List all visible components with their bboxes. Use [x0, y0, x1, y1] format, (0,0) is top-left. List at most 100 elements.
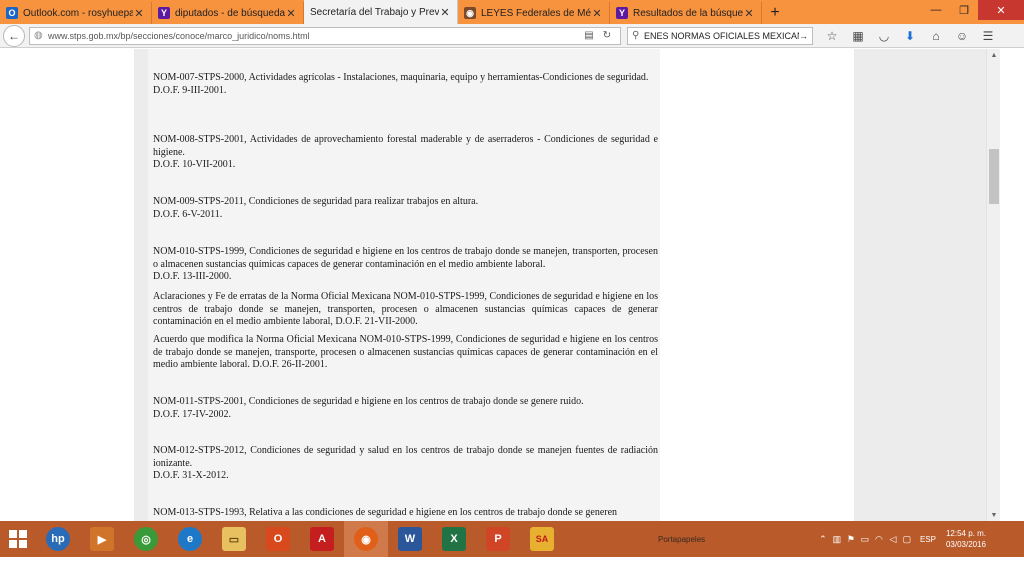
download-icon[interactable]: ⬇: [897, 26, 923, 46]
tab-resultados[interactable]: Y Resultados de la búsqued... ✕: [610, 2, 762, 24]
nom-description: NOM-008-STPS-2001, Actividades de aprove…: [153, 134, 658, 158]
close-icon[interactable]: ✕: [439, 6, 451, 19]
search-icon: ⚲: [632, 30, 640, 41]
chat-bubble-icon[interactable]: ▢: [900, 534, 914, 545]
nom-amendment: Acuerdo que modifica la Norma Oficial Me…: [153, 334, 658, 372]
nom-description: Acuerdo que modifica la Norma Oficial Me…: [153, 334, 658, 370]
page-margin-right: [854, 49, 986, 521]
minimize-button[interactable]: —: [922, 0, 950, 20]
dof-date: D.O.F. 13-III-2000.: [153, 271, 232, 282]
taskbar-app-excel[interactable]: X: [432, 521, 476, 557]
media-player-icon: ▶: [90, 527, 114, 551]
back-button[interactable]: ←: [3, 24, 25, 47]
taskbar-app-explorer[interactable]: ▭: [212, 521, 256, 557]
powerpoint-icon: P: [486, 527, 510, 551]
tab-stps[interactable]: Secretaría del Trabajo y Previsi... ✕: [304, 0, 458, 24]
tab-strip: O Outlook.com - rosyhuepa... ✕ Y diputad…: [0, 0, 1024, 24]
nom-entry: NOM-013-STPS-1993, Relativa a las condic…: [153, 507, 658, 520]
restore-button[interactable]: ❐: [950, 0, 978, 20]
dof-date: D.O.F. 31-X-2012.: [153, 470, 229, 481]
nom-amendment: Aclaraciones y Fe de erratas de la Norma…: [153, 291, 658, 329]
window-controls: — ❐ ✕: [922, 0, 1024, 20]
navigation-bar: ← ◍ www.stps.gob.mx/bp/secciones/conoce/…: [0, 24, 1024, 48]
start-button[interactable]: [0, 521, 36, 557]
sa-app-icon: SA: [530, 527, 554, 551]
nom-entry: NOM-012-STPS-2012, Condiciones de seguri…: [153, 445, 658, 483]
dof-date: D.O.F. 10-VII-2001.: [153, 159, 236, 170]
flag-icon[interactable]: ⚑: [844, 534, 858, 545]
nom-description: NOM-009-STPS-2011, Condiciones de seguri…: [153, 196, 479, 207]
nom-entry: NOM-008-STPS-2001, Actividades de aprove…: [153, 134, 658, 172]
chevron-up-icon[interactable]: ⌃: [816, 534, 830, 545]
chat-icon[interactable]: ☺: [949, 26, 975, 46]
taskbar-app-powerpoint[interactable]: P: [476, 521, 520, 557]
globe-icon: ◍: [34, 30, 43, 41]
tab-diputados[interactable]: Y diputados - de búsqueda ✕: [152, 2, 304, 24]
folder-icon: ▭: [222, 527, 246, 551]
windows-logo-icon: [9, 530, 27, 548]
reload-icon[interactable]: ↻: [598, 30, 616, 41]
windows-taskbar: hp ▶ ◎ e ▭ O A ◉ W X P SA Portapapeles ⌃…: [0, 521, 1024, 557]
scroll-up-icon[interactable]: ▲: [987, 49, 1001, 61]
nom-entry: NOM-009-STPS-2011, Condiciones de seguri…: [153, 196, 658, 221]
language-indicator[interactable]: ESP: [920, 535, 936, 544]
taskbar-app-office[interactable]: O: [256, 521, 300, 557]
taskbar-app-media[interactable]: ▶: [80, 521, 124, 557]
new-tab-button[interactable]: +: [762, 2, 788, 24]
nom-description: NOM-010-STPS-1999, Condiciones de seguri…: [153, 246, 658, 270]
arrow-right-icon[interactable]: →: [799, 31, 808, 41]
network-icon[interactable]: ▥: [830, 534, 844, 545]
taskbar-app-chrome[interactable]: ◎: [124, 521, 168, 557]
search-bar[interactable]: ⚲ ENES NORMAS OFICIALES MEXICANAS →: [627, 26, 813, 45]
taskbar-app-sa[interactable]: SA: [520, 521, 564, 557]
browser-window: O Outlook.com - rosyhuepa... ✕ Y diputad…: [0, 0, 1024, 576]
close-icon[interactable]: ✕: [133, 7, 145, 20]
site-icon: ◉: [464, 7, 476, 19]
home-icon[interactable]: ⌂: [923, 26, 949, 46]
close-window-button[interactable]: ✕: [978, 0, 1024, 20]
battery-icon[interactable]: ▭: [858, 534, 872, 545]
taskbar-app-firefox[interactable]: ◉: [344, 521, 388, 557]
tab-title: diputados - de búsqueda: [175, 7, 285, 19]
taskbar-app-hp[interactable]: hp: [36, 521, 80, 557]
url-bar[interactable]: ◍ www.stps.gob.mx/bp/secciones/conoce/ma…: [29, 26, 621, 45]
dof-date: D.O.F. 6-V-2011.: [153, 208, 223, 220]
close-icon[interactable]: ✕: [285, 7, 297, 20]
vertical-scrollbar[interactable]: ▲ ▼: [986, 49, 1000, 521]
word-icon: W: [398, 527, 422, 551]
yahoo-icon: Y: [158, 7, 170, 19]
wifi-icon[interactable]: ◠: [872, 534, 886, 545]
star-icon[interactable]: ☆: [819, 26, 845, 46]
tab-title: Secretaría del Trabajo y Previsi...: [310, 6, 439, 18]
close-icon[interactable]: ✕: [591, 7, 603, 20]
chrome-icon: ◎: [134, 527, 158, 551]
nom-description: Aclaraciones y Fe de erratas de la Norma…: [153, 291, 658, 327]
bookmarks-list-icon[interactable]: ▦: [845, 26, 871, 46]
pocket-icon[interactable]: ◡: [871, 26, 897, 46]
taskbar-app-acrobat[interactable]: A: [300, 521, 344, 557]
volume-icon[interactable]: ◁: [886, 534, 900, 545]
internet-explorer-icon: e: [178, 527, 202, 551]
menu-icon[interactable]: ☰: [975, 26, 1001, 46]
close-icon[interactable]: ✕: [743, 7, 755, 20]
reader-view-icon[interactable]: ▤: [580, 30, 598, 41]
outlook-icon: O: [6, 7, 18, 19]
scrollbar-thumb[interactable]: [989, 149, 999, 204]
nom-description: NOM-011-STPS-2001, Condiciones de seguri…: [153, 396, 584, 407]
screen-bottom-margin: [0, 557, 1024, 576]
office-icon: O: [266, 527, 290, 551]
clock-date: 03/03/2016: [945, 540, 986, 549]
taskbar-app-word[interactable]: W: [388, 521, 432, 557]
tab-outlook[interactable]: O Outlook.com - rosyhuepa... ✕: [0, 2, 152, 24]
clock[interactable]: 12:54 p. m. 03/03/2016: [946, 528, 986, 550]
show-desktop-button[interactable]: [994, 521, 1024, 557]
system-tray: ⌃ ▥ ⚑ ▭ ◠ ◁ ▢ ESP 12:54 p. m. 03/03/2016: [816, 521, 986, 557]
nom-description: NOM-013-STPS-1993, Relativa a las condic…: [153, 507, 618, 518]
scroll-down-icon[interactable]: ▼: [987, 509, 1001, 521]
tab-leyes[interactable]: ◉ LEYES Federales de México ✕: [458, 2, 610, 24]
toolbar-icons: ☆ ▦ ◡ ⬇ ⌂ ☺ ☰: [819, 26, 1001, 46]
tab-title: Outlook.com - rosyhuepa...: [23, 7, 133, 19]
yahoo-icon: Y: [616, 7, 628, 19]
taskbar-app-ie[interactable]: e: [168, 521, 212, 557]
page-right-column: [660, 49, 854, 521]
